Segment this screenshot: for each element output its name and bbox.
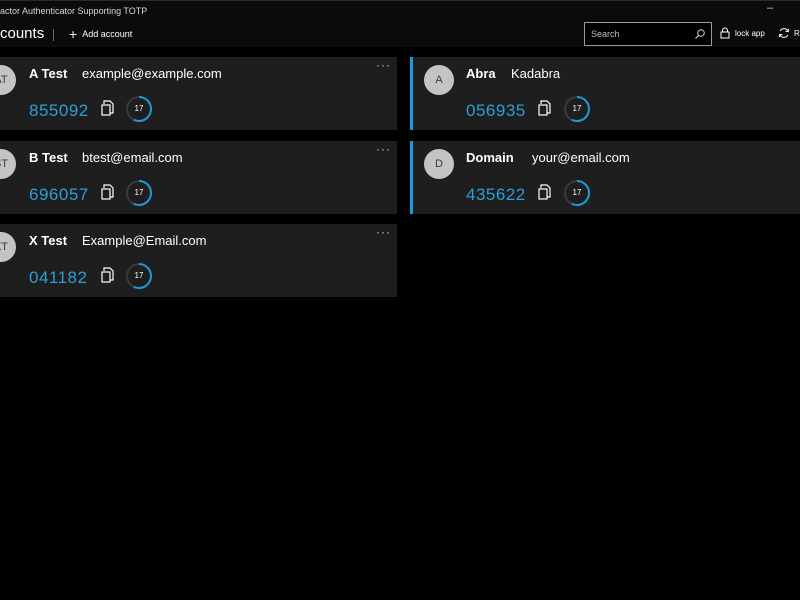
account-card[interactable]: AT A Test example@example.com 855092 17 …	[0, 57, 397, 130]
countdown-timer: 17	[125, 262, 153, 290]
countdown-timer: 17	[563, 95, 591, 123]
totp-code[interactable]: 041182	[29, 268, 87, 288]
minimize-button[interactable]: –	[764, 3, 776, 15]
countdown-seconds: 17	[134, 188, 144, 197]
refresh-icon	[779, 28, 789, 38]
more-options-icon[interactable]: ···	[376, 143, 391, 155]
plus-icon: +	[69, 26, 78, 42]
copy-icon[interactable]	[100, 267, 116, 285]
account-name: Abra	[466, 66, 496, 81]
account-name: B Test	[29, 150, 68, 165]
page-title: counts	[0, 25, 45, 42]
divider	[53, 29, 54, 41]
add-account-button[interactable]: + Add account	[69, 26, 132, 42]
account-card[interactable]: XT X Test Example@Email.com 041182 17 ··…	[0, 224, 397, 297]
lock-app-button[interactable]: lock app	[720, 27, 765, 39]
search-input[interactable]	[585, 23, 693, 45]
account-name: A Test	[29, 66, 68, 81]
account-card[interactable]: A Abra Kadabra 056935 17	[410, 57, 800, 130]
more-options-icon[interactable]: ···	[376, 59, 391, 71]
avatar: BT	[0, 149, 16, 179]
lock-icon	[720, 27, 730, 39]
account-card[interactable]: D Domain your@email.com 435622 17	[410, 141, 800, 214]
account-email: Example@Email.com	[82, 233, 207, 248]
countdown-seconds: 17	[572, 104, 582, 113]
avatar: A	[424, 65, 454, 95]
copy-icon[interactable]	[100, 184, 116, 202]
totp-code[interactable]: 056935	[466, 101, 526, 121]
countdown-seconds: 17	[572, 188, 582, 197]
account-card[interactable]: BT B Test btest@email.com 696057 17 ···	[0, 141, 397, 214]
account-email: Kadabra	[511, 66, 561, 81]
countdown-seconds: 17	[134, 104, 144, 113]
countdown-timer: 17	[563, 179, 591, 207]
lock-app-label: lock app	[735, 28, 765, 38]
more-options-icon[interactable]: ···	[376, 226, 391, 238]
search-box[interactable]	[584, 22, 712, 46]
account-email: example@example.com	[82, 66, 222, 81]
search-icon[interactable]	[694, 28, 706, 40]
avatar: XT	[0, 232, 16, 262]
add-account-label: Add account	[82, 29, 133, 39]
window-title: actor Authenticator Supporting TOTP	[0, 6, 148, 16]
totp-code[interactable]: 855092	[29, 101, 89, 121]
refresh-button[interactable]: R	[778, 27, 800, 39]
app-window: actor Authenticator Supporting TOTP – co…	[0, 0, 800, 600]
copy-icon[interactable]	[537, 184, 553, 202]
countdown-timer: 17	[125, 95, 153, 123]
account-email: btest@email.com	[82, 150, 183, 165]
countdown-seconds: 17	[134, 271, 144, 280]
title-bar: actor Authenticator Supporting TOTP –	[0, 0, 800, 22]
countdown-timer: 17	[125, 179, 153, 207]
avatar: D	[424, 149, 454, 179]
copy-icon[interactable]	[100, 100, 116, 118]
command-bar: counts + Add account lock app	[0, 22, 800, 47]
account-name: X Test	[29, 233, 68, 248]
avatar: AT	[0, 65, 16, 95]
account-email: your@email.com	[532, 150, 630, 165]
totp-code[interactable]: 696057	[29, 185, 89, 205]
totp-code[interactable]: 435622	[466, 185, 526, 205]
refresh-label: R	[794, 28, 800, 38]
copy-icon[interactable]	[537, 100, 553, 118]
account-name: Domain	[466, 150, 514, 165]
